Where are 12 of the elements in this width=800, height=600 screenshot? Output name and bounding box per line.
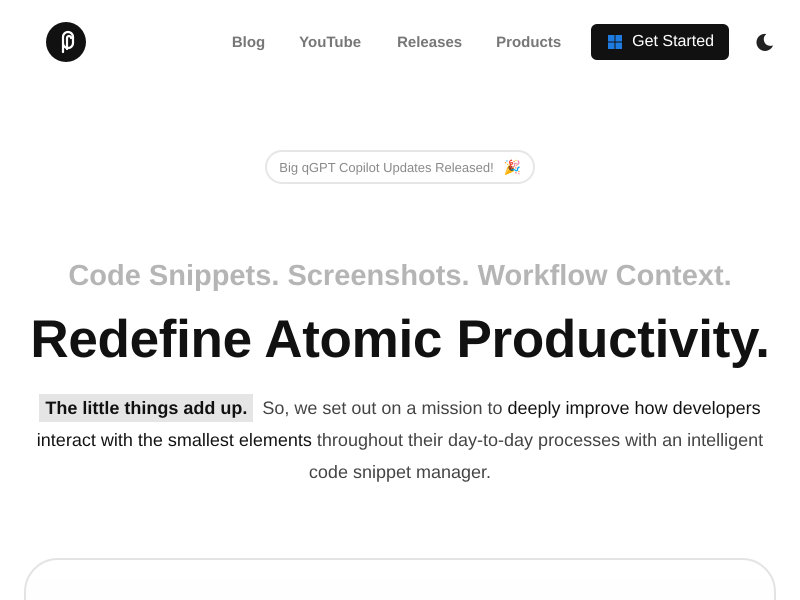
get-started-button[interactable]: Get Started	[591, 24, 729, 60]
hero-description: The little things add up. So, we set out on a mission to deeply improve how developers interact with the smallest elements throughout their day-to-day processes with an intelligent code snippet manager.	[20, 392, 780, 488]
nav-link[interactable]: YouTube	[299, 34, 362, 50]
nav-link[interactable]: Releases	[397, 34, 462, 50]
hero-title: Redefine Atomic Productivity.	[30, 309, 770, 370]
moon-icon[interactable]	[755, 32, 774, 52]
windows-icon	[608, 35, 622, 49]
announcement-pill[interactable]: Big qGPT Copilot Updates Released! 🎉	[265, 150, 535, 184]
hero-kicker: Code Snippets. Screenshots. Workflow Context.	[68, 260, 732, 293]
nav-link[interactable]: Products	[496, 34, 562, 50]
logo-icon[interactable]	[46, 22, 86, 62]
nav-link[interactable]: Blog	[232, 34, 266, 50]
